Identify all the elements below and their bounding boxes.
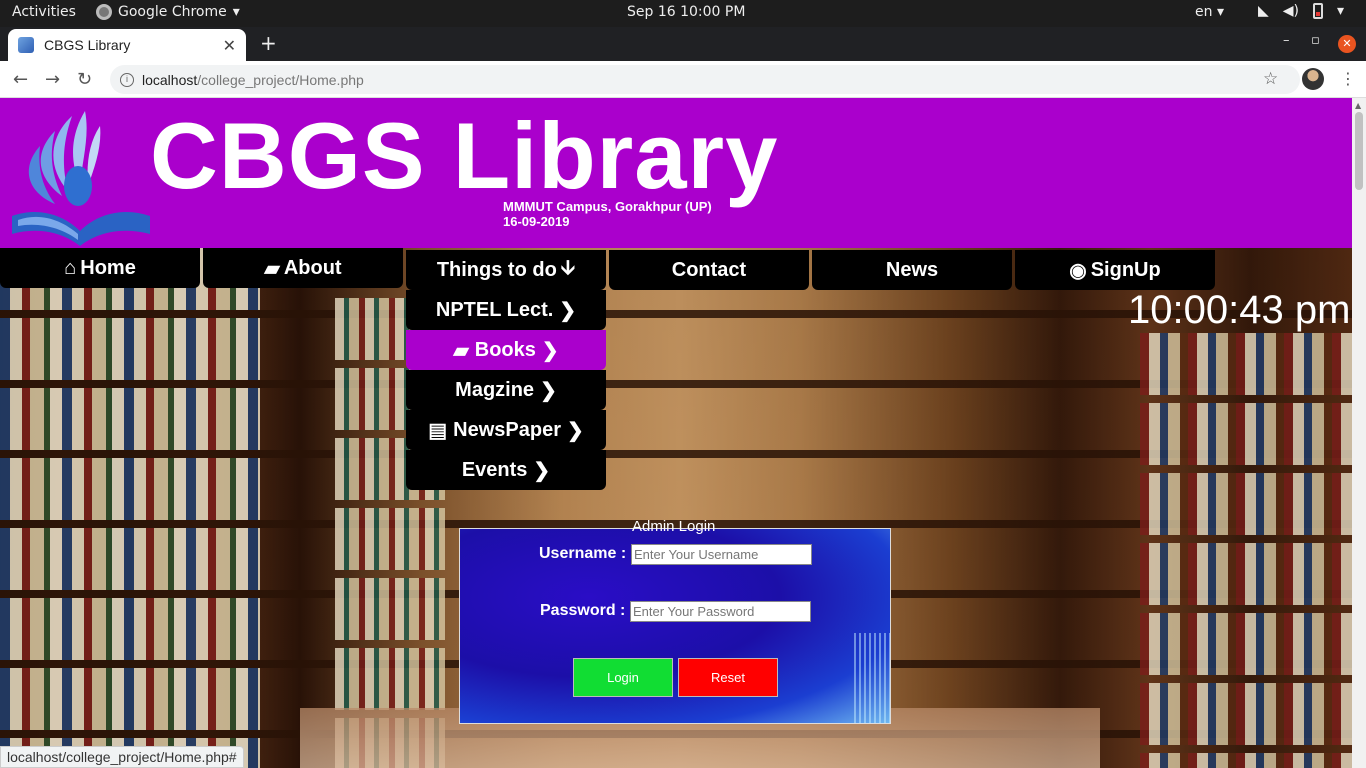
new-tab-button[interactable]: + bbox=[260, 31, 277, 55]
chevron-right-icon: ❯ bbox=[559, 299, 577, 322]
dropdown-events-label: Events bbox=[461, 458, 528, 481]
language-indicator[interactable]: en ▾ bbox=[1195, 4, 1224, 20]
reset-button[interactable]: Reset bbox=[678, 658, 778, 697]
nav-home[interactable]: ⌂ Home bbox=[0, 248, 200, 288]
username-label: Username : bbox=[539, 545, 627, 562]
library-logo bbox=[12, 111, 150, 246]
dropdown-item-books[interactable]: ▰ Books ❯ bbox=[406, 330, 606, 370]
arrow-down-icon: 🡫 bbox=[560, 257, 576, 279]
chevron-right-icon: ❯ bbox=[533, 459, 551, 482]
chevron-down-icon: ▾ bbox=[232, 4, 240, 20]
menu-kebab-icon[interactable]: ⋮ bbox=[1340, 69, 1356, 88]
nav-news[interactable]: News bbox=[812, 250, 1012, 290]
battery-icon bbox=[1313, 3, 1324, 19]
maximize-icon[interactable]: ▫ bbox=[1311, 33, 1320, 48]
close-icon[interactable]: ✕ bbox=[223, 36, 236, 55]
nav-signup[interactable]: ◉ SignUp bbox=[1015, 250, 1215, 290]
language-label: en bbox=[1195, 4, 1213, 20]
nav-contact[interactable]: Contact bbox=[609, 250, 809, 290]
username-input[interactable] bbox=[631, 544, 812, 565]
tab-title: CBGS Library bbox=[44, 37, 131, 53]
things-to-do-dropdown: NPTEL Lect. ❯ ▰ Books ❯ Magzine ❯ ▤ NewsPaper… bbox=[406, 290, 606, 490]
chrome-icon bbox=[96, 4, 112, 20]
password-label: Password : bbox=[540, 602, 626, 619]
campus-address: MMMUT Campus, Gorakhpur (UP) bbox=[503, 199, 712, 214]
activities-button[interactable]: Activities bbox=[12, 4, 76, 20]
profile-avatar[interactable] bbox=[1302, 68, 1324, 90]
url-host: localhost bbox=[142, 71, 198, 88]
system-tray[interactable]: ◣ ◀) ▾ bbox=[1258, 3, 1344, 19]
book-icon: ▰ bbox=[453, 339, 469, 362]
nav-things-to-do[interactable]: Things to do 🡫 bbox=[406, 250, 606, 290]
chevron-down-icon: ▾ bbox=[1337, 3, 1345, 19]
decorative-pattern bbox=[854, 633, 890, 723]
book-icon: ▰ bbox=[264, 257, 280, 280]
dropdown-nptel-label: NPTEL Lect. bbox=[435, 298, 554, 321]
newspaper-icon: ▤ bbox=[428, 419, 448, 442]
os-top-bar: Activities Google Chrome ▾ Sep 16 10:00 … bbox=[0, 0, 1366, 27]
site-title: CBGS Library bbox=[150, 103, 779, 208]
campus-info: MMMUT Campus, Gorakhpur (UP) 16-09-2019 bbox=[503, 199, 712, 229]
browser-toolbar: ← → ↻ i localhost/college_project/Home.p… bbox=[0, 61, 1366, 98]
bookshelf-image bbox=[1140, 333, 1352, 768]
app-menu[interactable]: Google Chrome ▾ bbox=[96, 4, 240, 20]
nav-things-label: Things to do bbox=[436, 258, 557, 281]
dropdown-newspaper-label: NewsPaper bbox=[453, 418, 561, 441]
live-clock: 10:00:43 pm bbox=[1128, 288, 1351, 332]
forward-icon[interactable]: → bbox=[45, 69, 60, 90]
nav-home-label: Home bbox=[80, 256, 136, 279]
password-input[interactable] bbox=[630, 601, 811, 622]
chevron-right-icon: ❯ bbox=[541, 339, 559, 362]
dropdown-item-nptel[interactable]: NPTEL Lect. ❯ bbox=[406, 290, 606, 330]
site-header: CBGS Library MMMUT Campus, Gorakhpur (UP… bbox=[0, 98, 1352, 248]
nav-news-label: News bbox=[885, 258, 939, 281]
page-viewport: CBGS Library MMMUT Campus, Gorakhpur (UP… bbox=[0, 98, 1352, 768]
page-scrollbar[interactable]: ▲ bbox=[1352, 98, 1366, 768]
dropdown-item-magzine[interactable]: Magzine ❯ bbox=[406, 370, 606, 410]
nav-about[interactable]: ▰ About bbox=[203, 248, 403, 288]
favicon-icon bbox=[18, 37, 34, 53]
dropdown-item-newspaper[interactable]: ▤ NewsPaper ❯ bbox=[406, 410, 606, 450]
minimize-icon[interactable]: – bbox=[1283, 33, 1290, 48]
tab-strip: CBGS Library ✕ + – ▫ bbox=[0, 27, 1366, 61]
reload-icon[interactable]: ↻ bbox=[77, 69, 92, 90]
bookmark-star-icon[interactable]: ☆ bbox=[1263, 69, 1278, 89]
home-icon: ⌂ bbox=[64, 256, 77, 279]
back-icon[interactable]: ← bbox=[13, 69, 28, 90]
wifi-icon: ◣ bbox=[1258, 3, 1269, 19]
app-name: Google Chrome bbox=[118, 4, 227, 20]
dropdown-magzine-label: Magzine bbox=[455, 378, 535, 401]
window-close-button[interactable]: ✕ bbox=[1338, 35, 1356, 53]
nav-about-label: About bbox=[283, 256, 342, 279]
browser-tab[interactable]: CBGS Library ✕ bbox=[8, 29, 246, 61]
scroll-up-icon[interactable]: ▲ bbox=[1355, 101, 1361, 110]
chevron-right-icon: ❯ bbox=[540, 379, 557, 402]
user-circle-icon: ◉ bbox=[1069, 259, 1087, 282]
dropdown-books-label: Books bbox=[474, 338, 536, 361]
address-bar[interactable]: i localhost/college_project/Home.php bbox=[110, 65, 1300, 94]
os-clock[interactable]: Sep 16 10:00 PM bbox=[627, 4, 745, 20]
header-date: 16-09-2019 bbox=[503, 214, 570, 229]
scrollbar-thumb[interactable] bbox=[1355, 112, 1363, 190]
dropdown-item-events[interactable]: Events ❯ bbox=[406, 450, 606, 490]
info-icon[interactable]: i bbox=[120, 72, 134, 87]
link-status-bubble: localhost/college_project/Home.php# bbox=[0, 746, 244, 768]
bookshelf-image bbox=[0, 248, 260, 768]
login-legend: Admin Login bbox=[632, 518, 716, 535]
nav-contact-label: Contact bbox=[671, 258, 747, 281]
admin-login-form: Admin Login Username : Password : Login … bbox=[459, 518, 891, 724]
url-path: /college_project/Home.php bbox=[197, 71, 364, 88]
login-button[interactable]: Login bbox=[573, 658, 673, 697]
nav-signup-label: SignUp bbox=[1090, 258, 1161, 281]
chevron-right-icon: ❯ bbox=[566, 419, 584, 442]
volume-icon: ◀) bbox=[1282, 3, 1300, 19]
